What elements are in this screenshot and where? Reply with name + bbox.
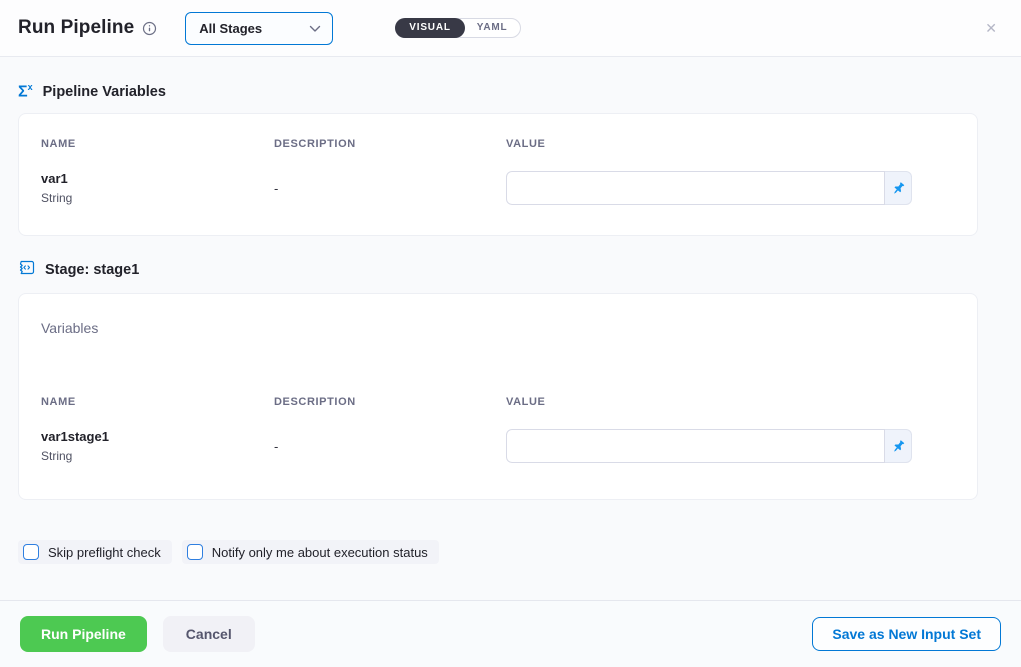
modal-header: Run Pipeline All Stages VISUAL YAML ✕ bbox=[0, 0, 1021, 57]
pin-runtime-input-button[interactable] bbox=[885, 429, 912, 463]
variable-value-cell bbox=[506, 171, 912, 205]
variable-value-cell bbox=[506, 429, 912, 463]
visual-yaml-toggle: VISUAL YAML bbox=[395, 18, 521, 38]
column-value: VALUE bbox=[506, 396, 955, 408]
close-icon[interactable]: ✕ bbox=[981, 17, 1001, 39]
column-name: NAME bbox=[41, 138, 274, 150]
column-value: VALUE bbox=[506, 138, 955, 150]
stage-variables-card: Variables NAME DESCRIPTION VALUE var1sta… bbox=[18, 293, 978, 500]
variable-description: - bbox=[274, 181, 506, 196]
variable-description: - bbox=[274, 439, 506, 454]
column-name: NAME bbox=[41, 396, 274, 408]
pipeline-variables-icon: Σx bbox=[18, 83, 33, 100]
info-icon[interactable] bbox=[142, 21, 157, 36]
pipeline-variables-card: NAME DESCRIPTION VALUE var1 String - bbox=[18, 113, 978, 236]
skip-preflight-checkbox[interactable] bbox=[23, 544, 39, 560]
skip-preflight-label: Skip preflight check bbox=[48, 545, 161, 560]
modal-footer: Run Pipeline Cancel Save as New Input Se… bbox=[0, 600, 1021, 667]
variable-name: var1 bbox=[41, 171, 274, 188]
run-pipeline-button[interactable]: Run Pipeline bbox=[20, 616, 147, 652]
cancel-button[interactable]: Cancel bbox=[163, 616, 255, 652]
table-header-row: NAME DESCRIPTION VALUE bbox=[41, 138, 955, 150]
variable-name-cell: var1stage1 String bbox=[41, 429, 274, 463]
variable-name-cell: var1 String bbox=[41, 171, 274, 205]
run-pipeline-modal: Run Pipeline All Stages VISUAL YAML ✕ bbox=[0, 0, 1021, 667]
pipeline-variables-title: Pipeline Variables bbox=[43, 84, 166, 100]
toggle-yaml[interactable]: YAML bbox=[463, 18, 522, 38]
column-description: DESCRIPTION bbox=[274, 138, 506, 150]
pipeline-variables-heading: Σx Pipeline Variables bbox=[18, 83, 1003, 100]
stage-select-value: All Stages bbox=[199, 21, 262, 36]
stage-title: Stage: stage1 bbox=[45, 262, 139, 278]
stage-variables-subheading: Variables bbox=[41, 320, 955, 336]
stage-heading: Stage: stage1 bbox=[18, 259, 1003, 280]
notify-me-checkbox[interactable] bbox=[187, 544, 203, 560]
toggle-visual[interactable]: VISUAL bbox=[395, 18, 464, 38]
var1-value-input[interactable] bbox=[506, 171, 885, 205]
table-header-row: NAME DESCRIPTION VALUE bbox=[41, 396, 955, 408]
modal-body: Σx Pipeline Variables NAME DESCRIPTION V… bbox=[0, 57, 1021, 600]
variable-type: String bbox=[41, 449, 274, 463]
notify-me-label: Notify only me about execution status bbox=[212, 545, 428, 560]
notify-me-option[interactable]: Notify only me about execution status bbox=[182, 540, 439, 564]
save-as-new-input-set-button[interactable]: Save as New Input Set bbox=[812, 617, 1001, 651]
execution-options: Skip preflight check Notify only me abou… bbox=[18, 540, 1003, 564]
page-title: Run Pipeline bbox=[18, 17, 134, 39]
stage-select-dropdown[interactable]: All Stages bbox=[185, 12, 333, 45]
table-row: var1stage1 String - bbox=[41, 429, 955, 463]
column-description: DESCRIPTION bbox=[274, 396, 506, 408]
variable-name: var1stage1 bbox=[41, 429, 274, 446]
pin-runtime-input-button[interactable] bbox=[885, 171, 912, 205]
skip-preflight-option[interactable]: Skip preflight check bbox=[18, 540, 172, 564]
chevron-down-icon bbox=[309, 21, 321, 36]
table-row: var1 String - bbox=[41, 171, 955, 205]
var1stage1-value-input[interactable] bbox=[506, 429, 885, 463]
variable-type: String bbox=[41, 191, 274, 205]
stage-icon bbox=[18, 259, 35, 280]
